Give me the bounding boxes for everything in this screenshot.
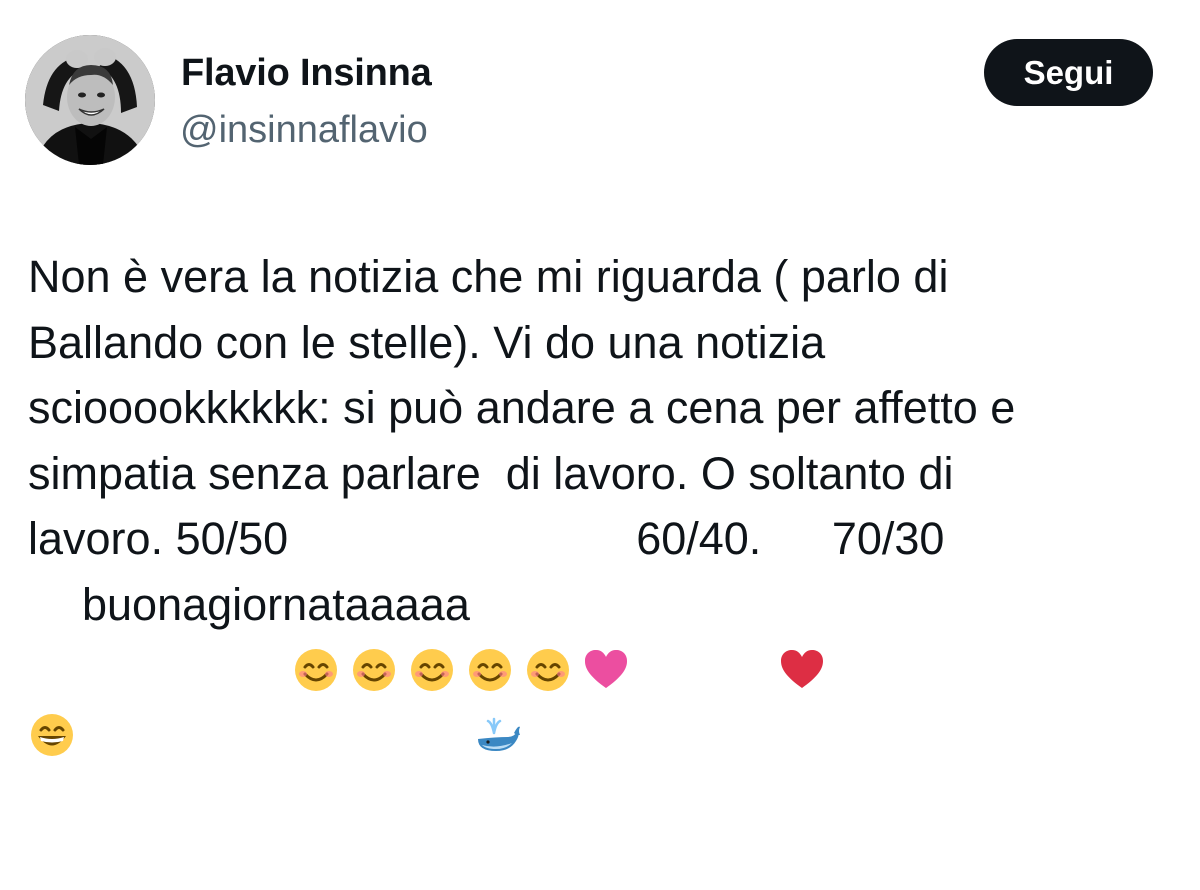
tweet-line: lavoro. 50/50 60/40. 70/30 — [28, 506, 1178, 691]
tweet-line-text: lavoro. 50/50 — [28, 513, 289, 564]
smiling-face-emoji-icon — [292, 515, 340, 691]
author-handle[interactable]: @insinnaflavio — [180, 109, 428, 152]
avatar-photo — [25, 35, 155, 165]
tweet-line-text: 70/30 — [831, 513, 945, 564]
smiling-face-emoji-icon — [524, 515, 572, 691]
tweet-line-text: sciooookkkkkk: si può andare a cena per … — [28, 382, 1016, 433]
tweet-line-text: 60/40. — [636, 513, 774, 564]
author-name[interactable]: Flavio Insinna — [181, 52, 432, 95]
grinning-face-emoji-icon — [28, 580, 76, 757]
pink-heart-emoji-icon — [582, 515, 630, 688]
smiling-face-emoji-icon — [466, 515, 514, 691]
tweet-line-text: Non è vera la notizia che mi riguarda ( … — [28, 251, 949, 302]
tweet-line: Non è vera la notizia che mi riguarda ( … — [28, 244, 1178, 310]
tweet-line: simpatia senza parlare di lavoro. O solt… — [28, 441, 1178, 507]
tweet-line-text: simpatia senza parlare di lavoro. O solt… — [28, 447, 954, 499]
tweet-card: Flavio Insinna @insinnaflavio Segui Non … — [0, 0, 1200, 757]
spouting-whale-emoji-icon — [474, 580, 522, 752]
tweet-line: sciooookkkkkk: si può andare a cena per … — [28, 375, 1178, 441]
follow-button[interactable]: Segui — [984, 39, 1153, 106]
tweet-text: Non è vera la notizia che mi riguarda ( … — [28, 244, 1178, 757]
tweet-line-text: Ballando con le stelle). Vi do una notiz… — [28, 316, 826, 368]
tweet-line-text: buonagiornataaaaa — [82, 578, 470, 630]
tweet-line: Ballando con le stelle). Vi do una notiz… — [28, 310, 1178, 376]
smiling-face-emoji-icon — [408, 515, 456, 691]
smiling-face-emoji-icon — [350, 515, 398, 691]
author-avatar[interactable] — [25, 35, 155, 165]
red-heart-emoji-icon — [778, 515, 826, 688]
